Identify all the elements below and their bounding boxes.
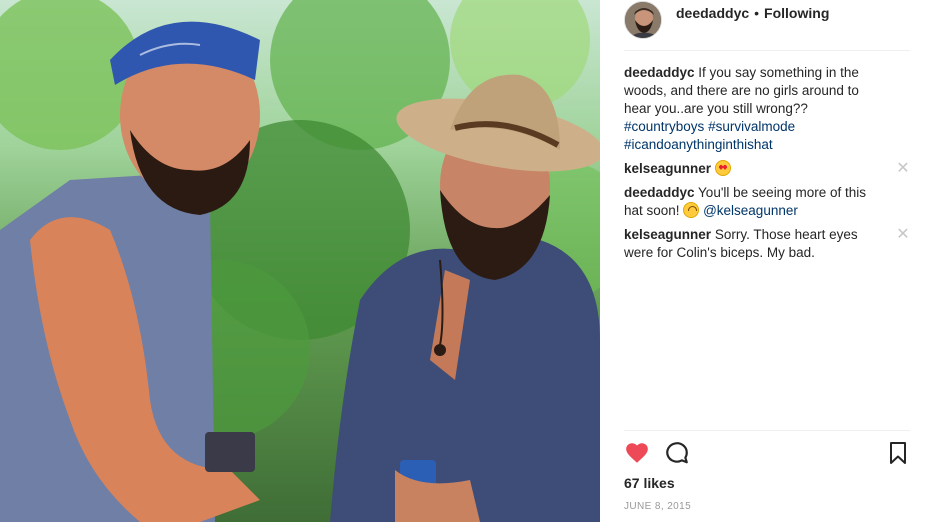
save-button[interactable] xyxy=(886,440,914,468)
comment-item: kelseagunner Sorry. Those heart eyes wer… xyxy=(624,226,910,262)
hashtag-link[interactable]: #survivalmode xyxy=(708,119,795,134)
hashtag-link[interactable]: #countryboys xyxy=(624,119,704,134)
author-line: deedaddyc • Following xyxy=(676,5,829,21)
heart-eyes-emoji-icon xyxy=(714,160,731,176)
comment-username[interactable]: deedaddyc xyxy=(624,185,695,200)
mention-link[interactable]: @kelseagunner xyxy=(703,203,798,218)
post-header: deedaddyc • Following xyxy=(624,0,910,50)
bookmark-icon xyxy=(890,442,906,464)
upside-down-face-emoji-icon xyxy=(683,202,700,218)
post-actions xyxy=(624,440,910,468)
comment-item: deedaddyc You'll be seeing more of this … xyxy=(624,184,910,220)
separator-dot: • xyxy=(754,5,760,21)
photo-illustration xyxy=(0,0,600,522)
comment-username[interactable]: kelseagunner xyxy=(624,227,711,242)
comments-list: deedaddyc If you say something in the wo… xyxy=(624,64,910,268)
comment-username[interactable]: kelseagunner xyxy=(624,161,711,176)
comment-button[interactable] xyxy=(664,440,692,468)
header-divider xyxy=(624,50,910,51)
delete-comment-icon[interactable]: ✕ xyxy=(896,226,910,244)
caption-comment: deedaddyc If you say something in the wo… xyxy=(624,64,910,154)
post-photo[interactable] xyxy=(0,0,600,522)
author-username[interactable]: deedaddyc xyxy=(676,5,749,21)
heart-icon xyxy=(626,443,648,463)
author-avatar[interactable] xyxy=(624,1,662,39)
comment-item: kelseagunner ✕ xyxy=(624,160,910,178)
hashtag-link[interactable]: #icandoanythinginthishat xyxy=(624,137,773,152)
comment-username[interactable]: deedaddyc xyxy=(624,65,695,80)
comment-bubble-icon xyxy=(666,442,688,464)
likes-count[interactable]: 67 likes xyxy=(624,475,675,491)
like-button[interactable] xyxy=(624,440,652,468)
follow-status-button[interactable]: Following xyxy=(764,5,829,21)
delete-comment-icon[interactable]: ✕ xyxy=(896,160,910,178)
post-date[interactable]: JUNE 8, 2015 xyxy=(624,501,691,512)
actions-divider xyxy=(624,430,910,431)
post-side-panel: deedaddyc • Following deedaddyc If you s… xyxy=(600,0,928,522)
